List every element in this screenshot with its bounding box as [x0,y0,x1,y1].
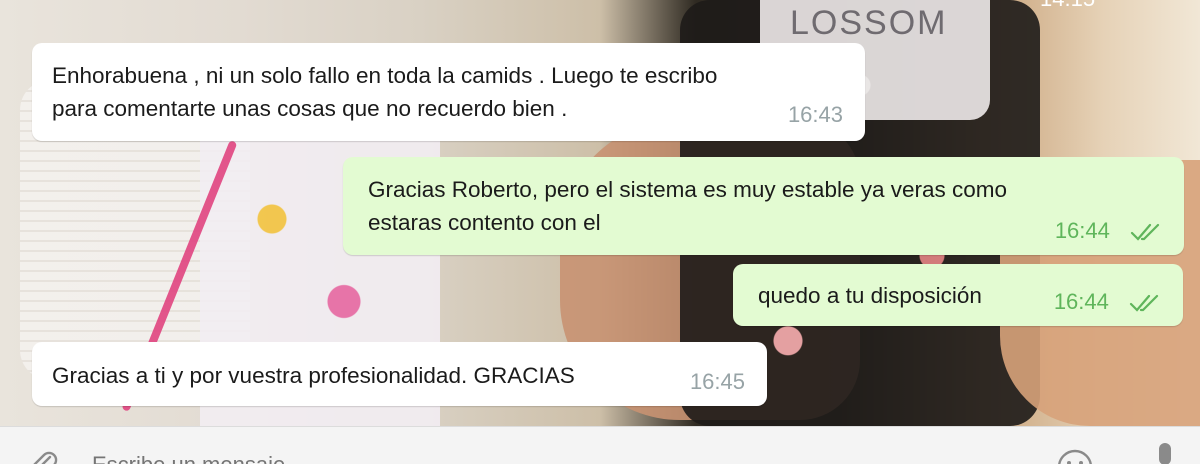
message-text-line: Enhorabuena , ni un solo fallo en toda l… [52,63,718,88]
double-check-icon [1129,295,1159,312]
message-time: 16:43 [788,98,843,131]
photo-shirt-text: LOSSOM [790,4,948,42]
message-text-line: Gracias a ti y por vuestra profesionalid… [52,363,575,388]
message-timestamp: 16:44 [1054,218,1110,243]
message-bubble-incoming[interactable]: Enhorabuena , ni un solo fallo en toda l… [32,43,865,141]
paperclip-icon[interactable] [26,447,60,464]
status-time: 14:15 [1040,0,1095,12]
message-text-line: Gracias Roberto, pero el sistema es muy … [368,177,1008,202]
message-time: 16:44 [1054,285,1163,318]
message-composer [0,426,1200,464]
message-timestamp: 16:44 [1053,289,1109,314]
message-time: 16:45 [690,365,745,398]
message-timestamp: 16:43 [787,102,843,127]
double-check-icon [1130,224,1160,241]
emoji-icon[interactable] [1055,447,1095,464]
message-bubble-outgoing[interactable]: quedo a tu disposición 16:44 [733,264,1183,326]
message-bubble-outgoing[interactable]: Gracias Roberto, pero el sistema es muy … [343,157,1184,255]
microphone-icon[interactable] [1150,443,1180,464]
message-timestamp: 16:45 [689,369,745,394]
message-text-line: estaras contento con el [368,210,601,235]
message-time: 16:44 [1055,214,1164,247]
message-text-line: para comentarte unas cosas que no recuer… [52,96,568,121]
message-input[interactable] [90,451,994,464]
message-bubble-incoming[interactable]: Gracias a ti y por vuestra profesionalid… [32,342,767,406]
